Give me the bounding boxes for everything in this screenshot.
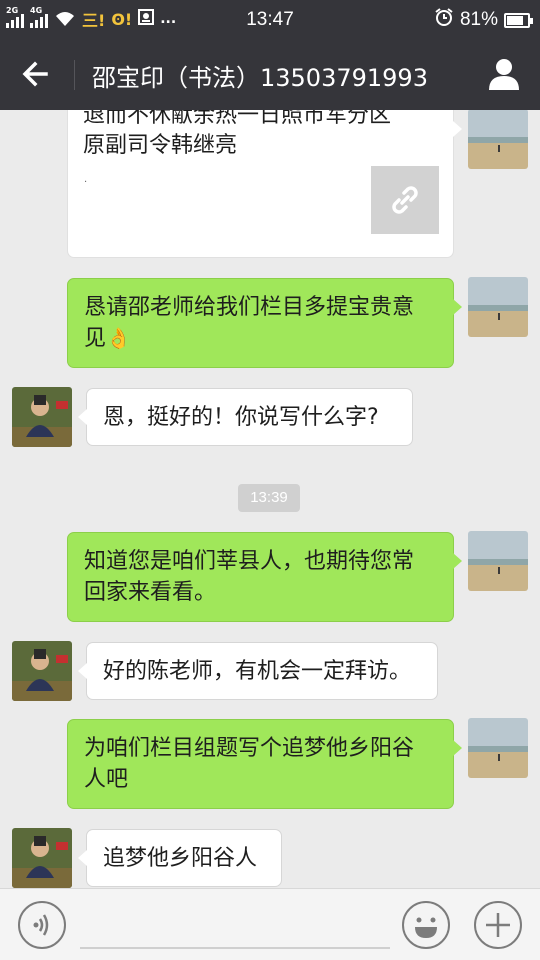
voice-icon (33, 914, 49, 936)
more-functions-button[interactable] (474, 901, 522, 949)
outgoing-message[interactable]: 知道您是咱们莘县人，也期待您常 回家来看看。 (67, 532, 462, 622)
outgoing-message[interactable]: 恳请邵老师给我们栏目多提宝贵意 见👌 (67, 278, 462, 368)
arrow-left-icon (22, 61, 48, 87)
voice-input-button[interactable] (18, 901, 66, 949)
status-bar: 2G 4G 三! ʘ! ... 13:47 81% (0, 0, 540, 38)
message-text-line-1: 知道您是咱们莘县人，也期待您常 (84, 549, 415, 574)
alarm-clock-icon (434, 7, 454, 33)
beach-landscape-avatar (468, 277, 528, 337)
outgoing-message[interactable]: 为咱们栏目组题写个追梦他乡阳谷 人吧 (67, 719, 462, 809)
chat-title: 邵宝印（书法）13503791993 (92, 64, 428, 92)
link-card-thumbnail (371, 166, 439, 234)
incoming-message[interactable]: 追梦他乡阳谷人 (78, 829, 282, 887)
link-card-description: · (84, 177, 88, 188)
my-avatar[interactable] (468, 277, 528, 337)
beach-landscape-avatar (468, 110, 528, 169)
my-avatar[interactable] (468, 718, 528, 778)
beach-landscape-avatar (468, 718, 528, 778)
link-card-title-line-1: 退而不休献余热一日照市军分区 (83, 110, 392, 128)
header-divider (74, 60, 75, 90)
contact-avatar[interactable] (12, 387, 72, 447)
my-avatar[interactable] (468, 110, 528, 169)
message-text-line-1: 为咱们栏目组题写个追梦他乡阳谷 (84, 736, 415, 761)
message-list[interactable]: 退而不休献余热一日照市军分区 原副司令韩继亮 · 恳请邵老师给我们栏目多提宝贵意… (0, 110, 540, 888)
message-text-line-1: 恳请邵老师给我们栏目多提宝贵意 (84, 295, 415, 320)
incoming-message[interactable]: 恩，挺好的！你说写什么字? (78, 388, 413, 446)
ok-hand-emoji: 👌 (106, 326, 131, 350)
chat-input-bar (0, 888, 540, 960)
chat-header: 邵宝印（书法）13503791993 (0, 38, 540, 110)
link-card-message[interactable]: 退而不休献余热一日照市军分区 原副司令韩继亮 · (67, 110, 462, 258)
contact-avatar[interactable] (12, 828, 72, 888)
message-input[interactable] (80, 903, 390, 949)
message-text-line-2: 人吧 (84, 767, 129, 792)
smiley-icon (415, 917, 437, 938)
back-button[interactable] (16, 56, 56, 92)
link-icon (392, 186, 418, 214)
contact-profile-button[interactable] (486, 56, 522, 92)
beach-landscape-avatar (468, 531, 528, 591)
my-avatar[interactable] (468, 531, 528, 591)
battery-percent: 81% (459, 9, 498, 30)
message-text-line-2: 见 (84, 326, 107, 351)
person-icon (489, 59, 519, 90)
link-card-title-line-2: 原副司令韩继亮 (83, 133, 238, 158)
incoming-message[interactable]: 好的陈老师，有机会一定拜访。 (78, 642, 438, 700)
person-photo-avatar (12, 387, 72, 447)
battery-icon (504, 12, 533, 28)
message-text-line-2: 回家来看看。 (84, 580, 217, 605)
person-photo-avatar (12, 641, 72, 701)
link-card-title: 退而不休献余热一日照市军分区 原副司令韩继亮 (83, 110, 391, 161)
plus-icon (486, 913, 510, 937)
time-separator: 13:39 (238, 484, 300, 512)
person-photo-avatar (12, 828, 72, 888)
contact-avatar[interactable] (12, 641, 72, 701)
status-icons-right: 81% (434, 7, 533, 33)
emoji-button[interactable] (402, 901, 450, 949)
